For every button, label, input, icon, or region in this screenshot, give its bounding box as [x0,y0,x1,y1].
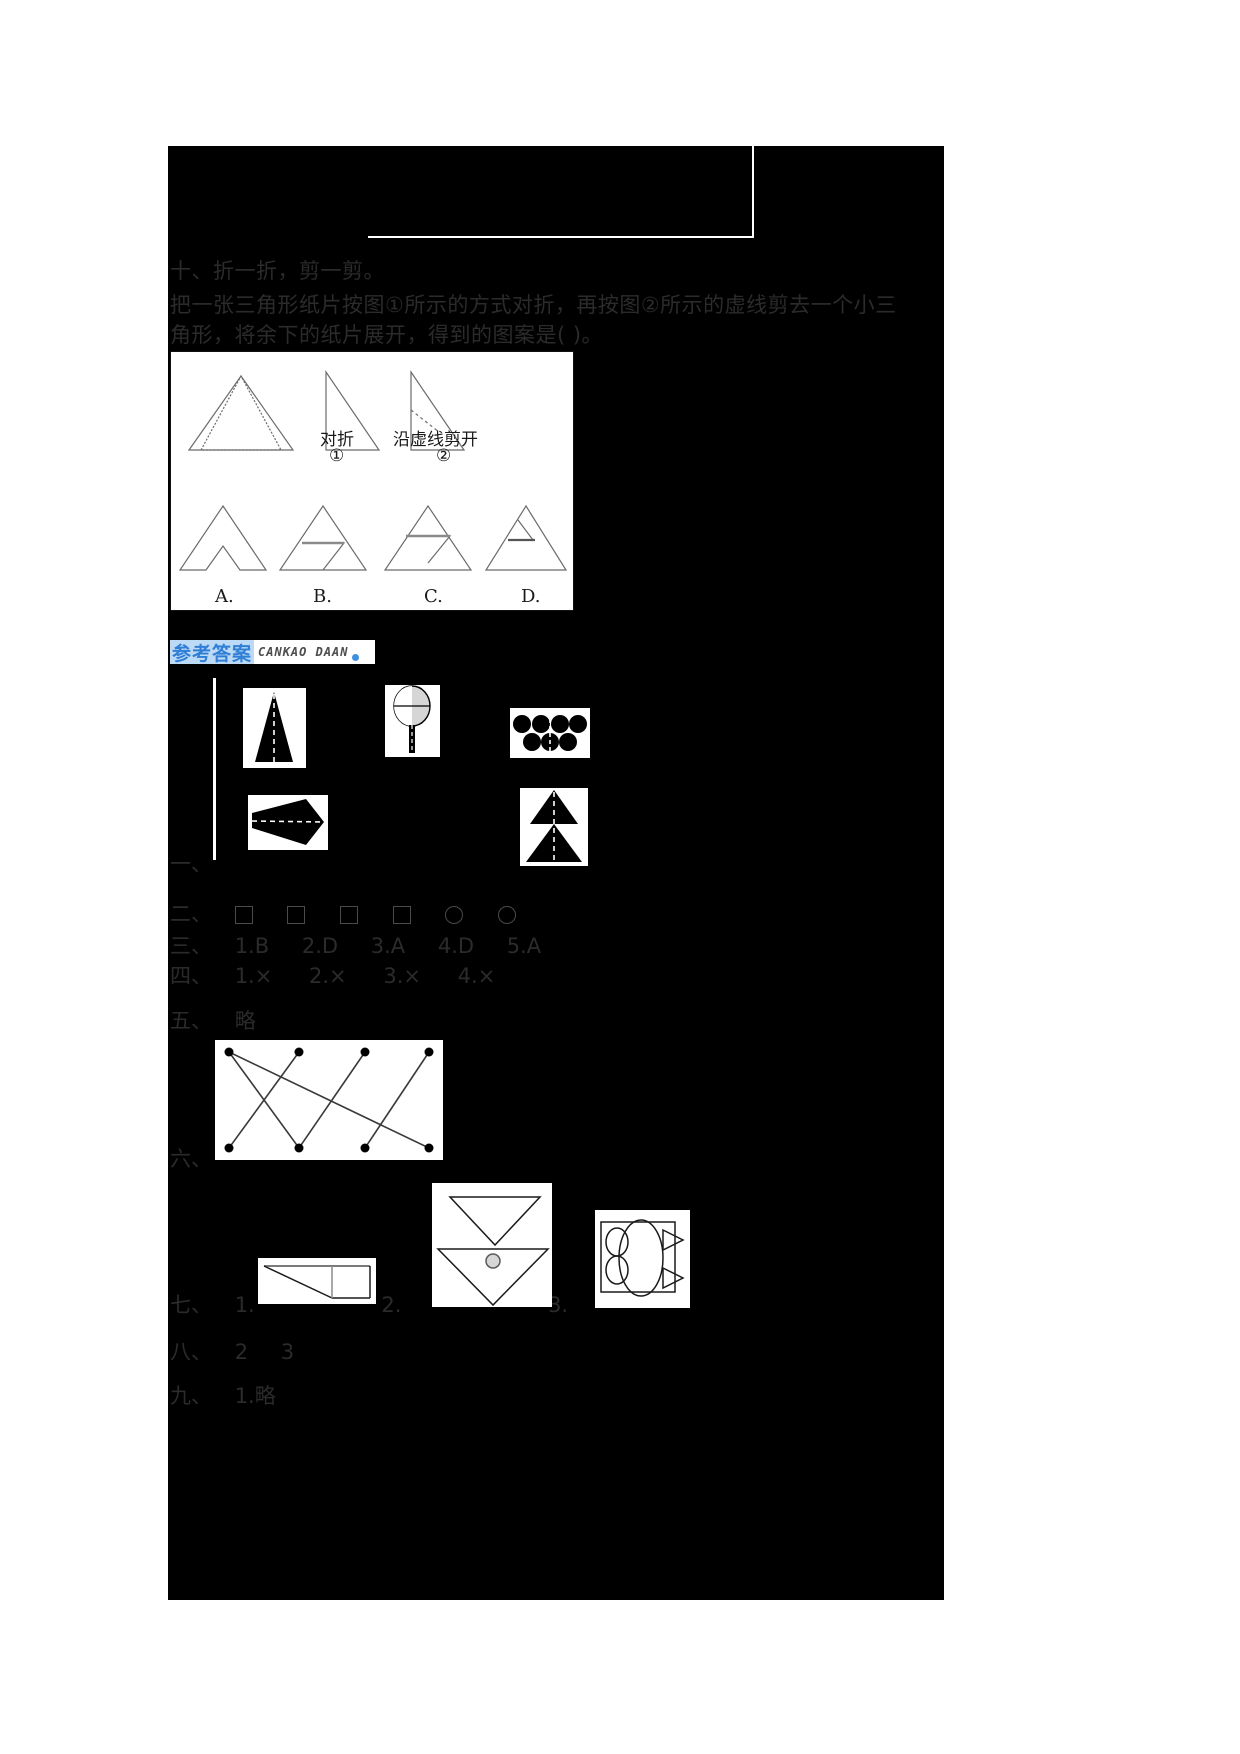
answer-item: 1.× [234,964,273,988]
answer-row-two: 二、 [170,898,544,928]
figure-cut-number: ② [436,446,452,466]
figure-fold-number: ① [329,446,345,466]
answer-number-three: 三、 [170,934,212,958]
symmetry-figure-double-triangle [520,788,588,866]
answer-number-five: 五、 [170,1009,212,1033]
answer-row-one: 一、 [170,848,228,878]
answer-item: 2 [234,1340,249,1364]
answer-shape-square [234,906,253,924]
answer-item: 2.D [301,934,339,958]
header-vertical-rule [752,146,754,238]
header-horizontal-rule [368,236,754,238]
answer-number-six: 六、 [170,1147,212,1171]
figure-7-3-ellipse-triangle [595,1210,690,1308]
answer-shape-square [340,906,359,924]
answer-number-one: 一、 [170,852,212,876]
figure-7-2-inverted-triangles [432,1183,552,1307]
answer-item: 1.B [234,934,270,958]
section-one-vertical-stroke [213,678,216,860]
answer-item: 3 [280,1340,295,1364]
answer-item: 4.D [437,934,475,958]
option-label-c: C. [424,586,443,607]
symmetry-figure-fir-tree [243,688,306,768]
question-heading: 十、折一折，剪一剪。 [170,259,385,283]
answer-number-two: 二、 [170,902,212,926]
answer-item: 3.A [370,934,406,958]
answer-number-eight: 八、 [170,1340,212,1364]
answer-key-banner-chinese: 参考答案 [170,640,255,664]
answer-number-four: 四、 [170,964,212,988]
answer-number-seven: 七、 [170,1293,212,1317]
answer-row-four: 四、 1.× 2.× 3.× 4.× [170,960,525,990]
answer-key-banner-dot [351,654,359,661]
answer-key-banner-pinyin: CANKAO DAAN [258,645,349,659]
answer-key-banner: 参考答案 CANKAO DAAN [170,640,375,664]
answer-shape-square [392,906,411,924]
option-shapes-row [178,498,568,583]
answer-item: 3.× [383,964,421,988]
option-label-a: A. [215,586,234,607]
answer-row-three: 三、 1.B 2.D 3.A 4.D 5.A [170,930,567,960]
answer-row-nine: 九、 1.略 [170,1380,276,1410]
answer-row-five: 五、 略 [170,1005,256,1035]
answer-item: 4.× [457,964,496,988]
question-body-line-2: 角形，将余下的纸片展开，得到的图案是( )。 [170,323,604,347]
answer-shape-square [287,906,306,924]
question-body-line-1: 把一张三角形纸片按图①所示的方式对折，再按图②所示的虚线剪去一个小三 [170,293,897,317]
answer-shape-circle [498,906,517,924]
figure-7-1-trapezoid-square [258,1258,376,1304]
option-label-d: D. [521,586,541,607]
answer-shape-circle [445,906,464,924]
symmetry-figure-racket [385,685,440,757]
answer-item: 5.A [506,934,542,958]
answer-number-nine: 九、 [170,1384,212,1408]
answer-row-eight: 八、 2 3 [170,1336,320,1366]
option-label-b: B. [313,586,332,607]
answer-item: 1.略 [234,1384,276,1408]
symmetry-figure-arrow [248,795,328,850]
answer-item: 略 [234,1009,256,1033]
answer-item: 2.× [309,964,347,988]
symmetry-figure-dot-cluster [510,708,590,758]
matching-lines-figure [215,1040,443,1160]
